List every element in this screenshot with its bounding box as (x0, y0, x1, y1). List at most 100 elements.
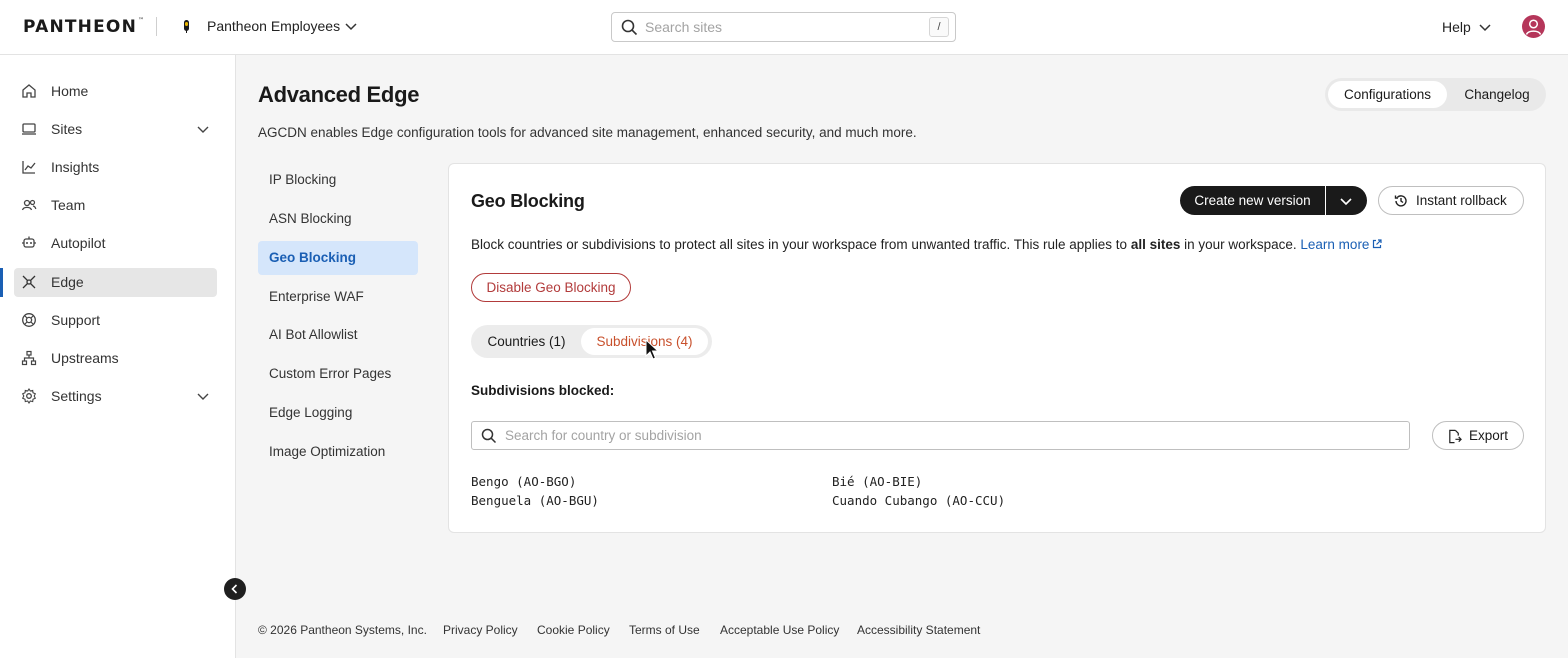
subnav-label: IP Blocking (269, 172, 337, 187)
sidebar-item-label: Sites (51, 121, 83, 137)
upstreams-icon (21, 350, 37, 366)
instant-rollback-button[interactable]: Instant rollback (1378, 186, 1524, 215)
subdivision-search-input[interactable] (505, 426, 1385, 445)
footer-link-terms[interactable]: Terms of Use (629, 623, 700, 637)
subdivisions-heading: Subdivisions blocked: (471, 383, 615, 398)
sidebar-item-insights[interactable]: Insights (14, 153, 217, 182)
edge-icon (22, 275, 36, 289)
sidebar-item-label: Upstreams (51, 350, 119, 366)
history-icon (1394, 195, 1407, 207)
subnav-asn-blocking[interactable]: ASN Blocking (258, 202, 418, 236)
logo-divider (156, 17, 157, 36)
sidebar-item-label: Settings (51, 388, 102, 404)
list-item: Benguela (AO-BGU) (471, 493, 599, 508)
autopilot-icon (22, 236, 36, 248)
sidebar-item-sites[interactable]: Sites (14, 115, 217, 144)
create-new-version-button[interactable]: Create new version (1180, 186, 1325, 215)
subnav-label: Enterprise WAF (269, 289, 364, 304)
view-switcher: Configurations Changelog (1325, 78, 1546, 111)
sidebar-item-team[interactable]: Team (14, 191, 217, 220)
workspace-icon (184, 20, 189, 33)
blocking-tabs: Countries (1) Subdivisions (4) (471, 325, 712, 358)
subnav-geo-blocking[interactable]: Geo Blocking (258, 241, 418, 275)
list-item: Cuando Cubango (AO-CCU) (832, 493, 1006, 508)
export-button[interactable]: Export (1432, 421, 1524, 450)
subnav-ip-blocking[interactable]: IP Blocking (258, 163, 418, 197)
workspace-chevron-down-icon[interactable] (344, 19, 358, 33)
desc-bold-text: all sites (1130, 237, 1181, 252)
disable-geo-blocking-button[interactable]: Disable Geo Blocking (471, 273, 631, 302)
tab-countries[interactable]: Countries (1) (475, 328, 578, 355)
export-icon (1449, 429, 1462, 444)
card-description: Block countries or subdivisions to prote… (471, 237, 1383, 252)
page-description: AGCDN enables Edge configuration tools f… (258, 125, 917, 140)
sidebar-item-autopilot[interactable]: Autopilot (14, 229, 217, 258)
desc-text: in your workspace. (1180, 237, 1301, 252)
sidebar-item-label: Support (51, 312, 101, 328)
external-link-icon[interactable] (1371, 238, 1383, 250)
help-chevron-down-icon[interactable] (1478, 20, 1492, 34)
list-item: Bié (AO-BIE) (832, 474, 923, 489)
gear-icon (21, 388, 37, 404)
chevron-down-icon[interactable] (196, 122, 210, 136)
learn-more-link[interactable]: Learn more (1300, 237, 1369, 252)
mouse-cursor-icon (645, 339, 659, 360)
workspace-name[interactable]: Pantheon Employees (207, 18, 340, 34)
collapse-sidebar-button[interactable] (224, 578, 246, 600)
sidebar-item-label: Autopilot (51, 235, 106, 251)
search-shortcut-hint: / (929, 17, 949, 37)
help-menu[interactable]: Help (1442, 19, 1471, 35)
sidebar-item-label: Insights (51, 159, 100, 175)
chevron-left-icon (231, 584, 238, 594)
chevron-down-icon (1340, 198, 1352, 206)
card-title: Geo Blocking (471, 191, 585, 211)
sidebar-item-home[interactable]: Home (14, 77, 217, 106)
subdivision-search[interactable] (471, 421, 1410, 450)
sidebar-item-upstreams[interactable]: Upstreams (14, 344, 217, 373)
subnav-label: Geo Blocking (269, 250, 357, 265)
rollback-label: Instant rollback (1416, 193, 1507, 208)
user-avatar[interactable] (1522, 15, 1545, 38)
subnav-ai-bot-allowlist[interactable]: AI Bot Allowlist (258, 318, 418, 352)
create-version-dropdown-button[interactable] (1326, 186, 1367, 215)
chevron-down-icon[interactable] (196, 389, 210, 403)
home-icon (22, 84, 36, 98)
footer-link-accessibility[interactable]: Accessibility Statement (857, 623, 980, 637)
list-item: Bengo (AO-BGO) (471, 474, 577, 489)
sidebar-item-label: Home (51, 83, 89, 99)
tab-changelog[interactable]: Changelog (1451, 81, 1543, 108)
sidebar-item-edge[interactable]: Edge (14, 268, 217, 297)
desc-text: Block countries or subdivisions to prote… (471, 237, 1131, 252)
sidebar-item-support[interactable]: Support (14, 306, 217, 335)
sidebar: Home Sites Insights Team Autopilot Edge … (0, 55, 236, 658)
footer-copyright: © 2026 Pantheon Systems, Inc. (258, 623, 427, 637)
subnav-custom-error-pages[interactable]: Custom Error Pages (258, 357, 418, 391)
support-icon (22, 313, 36, 327)
subnav-edge-logging[interactable]: Edge Logging (258, 396, 418, 430)
geo-blocking-card: Geo Blocking Create new version Instant … (448, 163, 1546, 533)
subnav-label: Image Optimization (269, 444, 386, 459)
subnav-label: ASN Blocking (269, 211, 352, 226)
search-icon (621, 19, 638, 36)
subnav-image-optimization[interactable]: Image Optimization (258, 435, 418, 469)
footer-link-acceptable-use[interactable]: Acceptable Use Policy (720, 623, 839, 637)
footer-link-cookie[interactable]: Cookie Policy (537, 623, 610, 637)
footer-link-privacy[interactable]: Privacy Policy (443, 623, 518, 637)
top-bar: PANTHEON™ Pantheon Employees / Help (0, 0, 1568, 55)
search-icon (481, 428, 497, 444)
sidebar-item-settings[interactable]: Settings (14, 382, 217, 411)
insights-icon (22, 161, 36, 174)
sites-icon (22, 123, 36, 135)
site-search[interactable]: / (611, 12, 956, 42)
page-title: Advanced Edge (258, 82, 420, 107)
subnav-label: AI Bot Allowlist (269, 327, 358, 342)
user-icon (1525, 19, 1542, 35)
team-icon (21, 199, 37, 211)
search-input[interactable] (645, 17, 915, 37)
tab-configurations[interactable]: Configurations (1328, 81, 1447, 108)
sidebar-item-label: Team (51, 197, 86, 213)
pantheon-logo[interactable]: PANTHEON™ (23, 17, 145, 37)
sidebar-item-label: Edge (51, 274, 84, 290)
subnav-enterprise-waf[interactable]: Enterprise WAF (258, 280, 418, 314)
export-label: Export (1469, 428, 1509, 443)
